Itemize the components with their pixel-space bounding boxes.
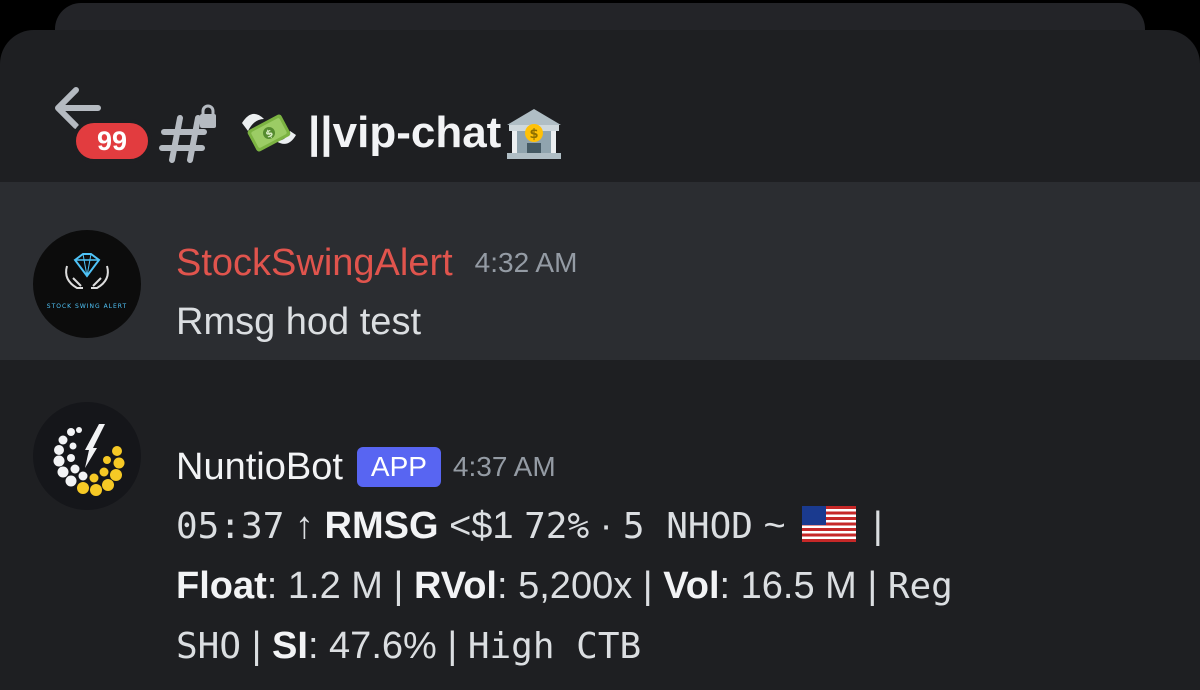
money-with-wings-emoji: $	[242, 113, 296, 152]
reg-sho-part1: Reg	[887, 566, 953, 607]
separator-pipe: |	[867, 565, 878, 607]
alert-nhod: 5 NHOD	[622, 506, 753, 547]
channel-header: 99 $ ||vip-chat $	[0, 30, 1200, 182]
rvol-label: RVol	[413, 565, 497, 607]
float-label: Float	[176, 565, 267, 607]
si-label: SI	[272, 625, 308, 667]
separator-tilde: ~	[763, 505, 786, 547]
unread-badge: 99	[72, 119, 152, 163]
si-value: : 47.6%	[307, 625, 437, 667]
avatar[interactable]: STOCK SWING ALERT	[33, 230, 141, 338]
alert-change: 72%	[524, 506, 590, 547]
vol-value: : 16.5 M	[719, 565, 857, 607]
alert-ticker: RMSG	[324, 505, 439, 547]
timestamp: 4:37 AM	[452, 451, 556, 482]
separator-dot: ·	[599, 505, 613, 547]
app-tag: APP	[356, 447, 441, 487]
separator-pipe: |	[393, 565, 404, 607]
alert-line-2: Float: 1.2 M | RVol: 5,200x | Vol: 16.5 …	[176, 556, 1176, 616]
channel-title: $ ||vip-chat $	[238, 100, 565, 166]
alert-time: 05:37	[176, 506, 285, 547]
author-name[interactable]: NuntioBot	[176, 446, 343, 489]
avatar[interactable]	[33, 402, 141, 510]
message-header: StockSwingAlert 4:32 AM	[176, 238, 577, 288]
us-flag-emoji	[802, 506, 857, 542]
separator-pipe: |	[251, 625, 262, 667]
vol-label: Vol	[663, 565, 720, 607]
message-item[interactable]: NuntioBot APP 4:37 AM 05:37 ↑ RMSG <$1 7…	[0, 390, 1200, 690]
diamond-hands-logo: STOCK SWING ALERT	[47, 253, 127, 310]
separator-pipe: |	[872, 505, 883, 547]
bank-emoji: $	[507, 109, 562, 159]
rvol-value: : 5,200x	[497, 565, 633, 607]
channel-name: ||vip-chat	[308, 108, 502, 157]
alert-line-1: 05:37 ↑ RMSG <$1 72% · 5 NHOD ~ |	[176, 496, 1176, 556]
reg-sho-part2: SHO	[176, 626, 242, 667]
channel-view: 99 $ ||vip-chat $ STOCK SWING ALERT Stoc…	[0, 30, 1200, 690]
alert-line-3: SHO | SI: 47.6% | High CTB	[176, 616, 1176, 676]
up-arrow: ↑	[294, 505, 314, 547]
message-header: NuntioBot APP 4:37 AM	[176, 442, 556, 492]
separator-pipe: |	[642, 565, 653, 607]
message-item[interactable]: STOCK SWING ALERT StockSwingAlert 4:32 A…	[0, 182, 1200, 360]
float-value: : 1.2 M	[266, 565, 383, 607]
bot-logo	[53, 424, 125, 496]
avatar-text: STOCK SWING ALERT	[47, 303, 127, 310]
message-text: Rmsg hod test	[176, 301, 421, 343]
bot-alert-text: 05:37 ↑ RMSG <$1 72% · 5 NHOD ~ | Float:…	[176, 496, 1176, 676]
timestamp: 4:32 AM	[474, 247, 578, 278]
locked-hash-icon	[159, 104, 216, 163]
author-name[interactable]: StockSwingAlert	[176, 242, 453, 285]
alert-price: <$1	[449, 505, 514, 547]
separator-pipe: |	[447, 625, 458, 667]
svg-text:$: $	[530, 127, 539, 142]
ctb-status: High CTB	[467, 626, 642, 667]
